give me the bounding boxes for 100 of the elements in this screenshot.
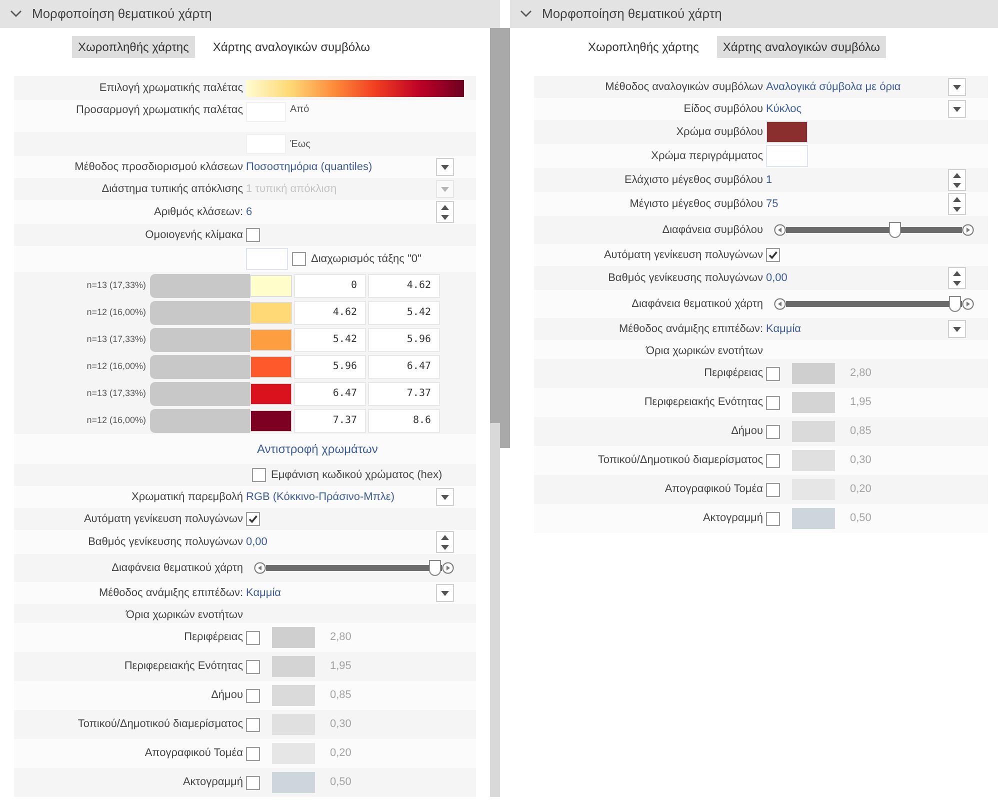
checkbox[interactable] <box>766 248 780 262</box>
class-color-swatch[interactable] <box>250 274 292 296</box>
range-end-field[interactable]: 4.62 <box>368 274 440 298</box>
spinner-buttons[interactable] <box>436 531 454 553</box>
spinner-buttons[interactable] <box>948 267 966 289</box>
dropdown-button[interactable] <box>948 320 966 338</box>
checkbox[interactable] <box>246 746 260 760</box>
dropdown-value[interactable]: Κύκλος <box>766 100 948 118</box>
line-color-swatch[interactable] <box>792 450 835 471</box>
dropdown-value[interactable]: RGB (Κόκκινο-Πράσινο-Μπλε) <box>246 488 436 506</box>
line-width-value: 1,95 <box>330 659 352 674</box>
line-color-swatch[interactable] <box>792 363 835 384</box>
checkbox[interactable] <box>246 660 260 674</box>
dropdown-value[interactable]: Καμμία <box>766 320 948 338</box>
line-width-value: 0,30 <box>850 453 872 468</box>
dropdown-value[interactable]: Καμμία <box>246 584 436 602</box>
dropdown-button[interactable] <box>436 158 454 176</box>
reverse-colors-link[interactable]: Αντιστροφή χρωμάτων <box>257 440 378 458</box>
line-width-value: 0,85 <box>850 424 872 440</box>
down-arrow-icon <box>441 544 449 550</box>
checkbox[interactable] <box>766 396 780 410</box>
caret-down-icon <box>953 84 961 90</box>
checkbox[interactable] <box>246 688 260 702</box>
checkbox[interactable] <box>252 468 266 482</box>
checkbox[interactable] <box>292 252 306 266</box>
checkbox[interactable] <box>766 512 780 526</box>
line-color-swatch[interactable] <box>272 772 315 793</box>
up-arrow-icon <box>441 204 449 210</box>
dropdown-button[interactable] <box>436 488 454 506</box>
down-arrow-icon <box>953 280 961 286</box>
spinner-buttons[interactable] <box>436 201 454 223</box>
line-color-swatch[interactable] <box>792 392 835 413</box>
dropdown-value[interactable]: Ποσοστημόρια (quantiles) <box>246 158 436 176</box>
tab[interactable]: Χωροπληθής χάρτης <box>582 36 705 58</box>
range-end-field[interactable]: 5.96 <box>368 328 440 352</box>
checkbox[interactable] <box>766 366 780 380</box>
field-label: Χρωματική παρεμβολή <box>132 490 243 503</box>
color-swatch[interactable] <box>766 121 808 143</box>
number-value[interactable]: 1 <box>766 172 948 188</box>
checkbox[interactable] <box>766 424 780 438</box>
field-label: Ακτογραμμή <box>702 512 763 524</box>
panel-header[interactable]: Μορφοποίηση θεματικού χάρτη <box>510 0 998 28</box>
checkbox[interactable] <box>246 630 260 644</box>
dropdown-button[interactable] <box>948 78 966 96</box>
range-end-field[interactable]: 7.37 <box>368 382 440 406</box>
range-start-field[interactable]: 7.37 <box>294 408 366 432</box>
field-label: Δήμου <box>731 425 763 438</box>
line-color-swatch[interactable] <box>272 656 315 677</box>
color-swatch[interactable] <box>766 145 808 167</box>
number-value[interactable]: 6 <box>246 204 436 220</box>
number-value[interactable]: 75 <box>766 196 948 212</box>
checkbox[interactable] <box>246 512 260 526</box>
slider-thumb[interactable] <box>889 222 902 238</box>
range-start-field[interactable]: 0 <box>294 274 366 298</box>
scrollbar-thumb[interactable] <box>490 28 500 423</box>
field-label: Περιφέρειας <box>184 631 243 644</box>
number-value[interactable]: 0,00 <box>246 534 436 550</box>
class-count: n=12 (16,00%) <box>86 360 146 373</box>
slider-thumb[interactable] <box>428 560 441 576</box>
field-label: Αυτόματη γενίκευση πολυγώνων <box>604 248 763 261</box>
line-color-swatch[interactable] <box>792 508 835 529</box>
class-color-swatch[interactable] <box>250 302 292 324</box>
dropdown-button[interactable] <box>436 584 454 602</box>
range-start-field[interactable]: 5.42 <box>294 328 366 352</box>
class-color-swatch[interactable] <box>250 382 292 404</box>
tab[interactable]: Χωροπληθής χάρτης <box>72 36 195 58</box>
tab[interactable]: Χάρτης αναλογικών συμβόλω <box>716 36 886 58</box>
checkbox[interactable] <box>766 454 780 468</box>
up-arrow-icon <box>441 534 449 540</box>
panel-header[interactable]: Μορφοποίηση θεματικού χάρτη <box>0 0 500 28</box>
range-start-field[interactable]: 6.47 <box>294 382 366 406</box>
field-label: Μέθοδος ανάμιξης επιπέδων: <box>99 586 243 599</box>
range-end-field[interactable]: 8.6 <box>368 408 440 432</box>
field-label: Είδος συμβόλου <box>684 102 763 115</box>
line-color-swatch[interactable] <box>272 685 315 706</box>
class-color-swatch[interactable] <box>250 356 292 378</box>
slider-thumb[interactable] <box>948 296 961 312</box>
checkbox[interactable] <box>766 482 780 496</box>
line-color-swatch[interactable] <box>272 627 315 648</box>
dropdown-button[interactable] <box>948 100 966 118</box>
checkbox[interactable] <box>246 718 260 732</box>
range-end-field[interactable]: 5.42 <box>368 300 440 324</box>
range-end-field[interactable]: 6.47 <box>368 354 440 378</box>
class-count: n=13 (17,33%) <box>86 278 146 292</box>
color-ramp[interactable] <box>246 80 464 96</box>
number-value[interactable]: 0,00 <box>766 270 948 286</box>
class-color-swatch[interactable] <box>250 410 292 432</box>
class-color-swatch[interactable] <box>250 328 292 350</box>
color-swatch[interactable] <box>246 248 288 270</box>
range-start-field[interactable]: 4.62 <box>294 300 366 324</box>
dropdown-value[interactable]: Αναλογικά σύμβολα με όρια <box>766 78 948 96</box>
line-color-swatch[interactable] <box>792 421 835 442</box>
range-start-field[interactable]: 5.96 <box>294 354 366 378</box>
scrollbar[interactable] <box>500 28 510 448</box>
checkbox[interactable] <box>246 228 260 242</box>
spinner-buttons[interactable] <box>948 169 966 191</box>
field-label: Αριθμός κλάσεων: <box>154 206 243 218</box>
tab[interactable]: Χάρτης αναλογικών συμβόλω <box>206 36 376 58</box>
spinner-buttons[interactable] <box>948 193 966 215</box>
checkbox[interactable] <box>246 776 260 790</box>
